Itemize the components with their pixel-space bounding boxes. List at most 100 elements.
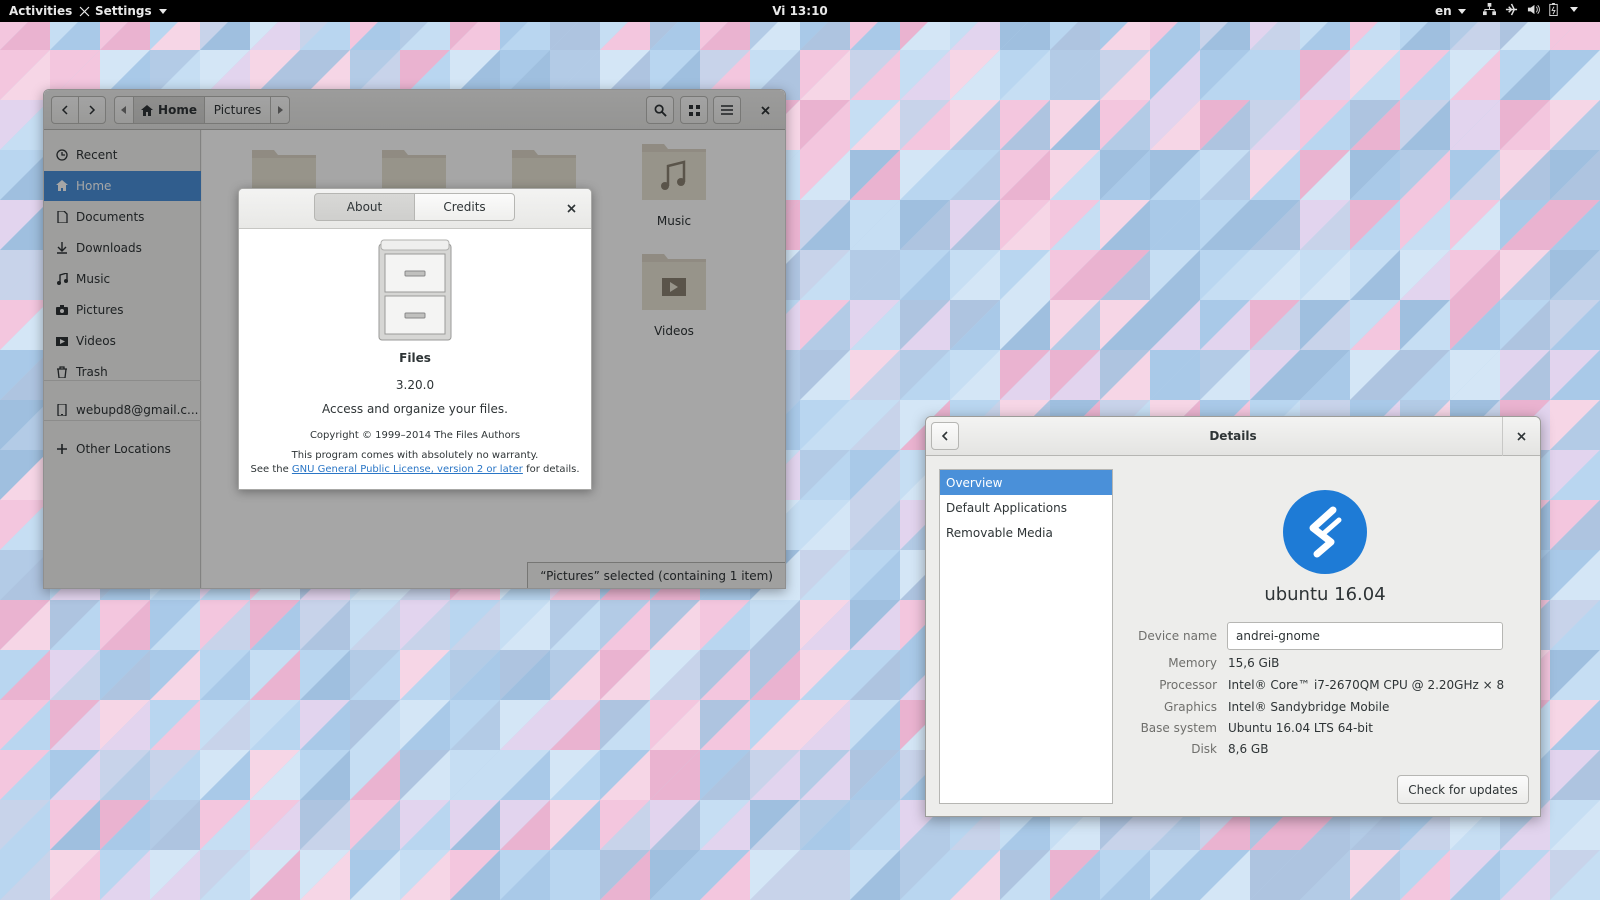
sidebar-separator [44,420,201,421]
device-name-label: Device name [1138,629,1217,643]
about-close-button[interactable] [561,198,581,218]
tab-about-label: About [346,200,383,214]
video-folder-icon [642,254,706,310]
tab-credits[interactable]: Credits [414,193,515,221]
license-link[interactable]: GNU General Public License, version 2 or… [292,464,523,475]
details-window: Details Overview Default Applications Re… [925,416,1541,817]
clock-icon [56,149,68,161]
places-sidebar: Recent Home Documents Downloads Music Picture… [44,130,201,588]
language-label: en [1435,4,1452,18]
folder-item-music[interactable]: Music [629,142,719,228]
home-icon [56,180,68,192]
grid-icon [688,104,700,116]
chevron-down-icon [158,8,167,14]
sidebar-item-label: Documents [76,210,145,224]
search-button[interactable] [646,96,674,124]
path-scroll-right-button[interactable] [270,96,290,124]
info-value: Intel® Core™ i7-2670QM CPU @ 2.20GHz × 8 [1228,678,1505,692]
breadcrumb-pictures[interactable]: Pictures [204,96,271,124]
os-name: ubuntu 16.04 [1264,584,1386,605]
sidebar-item-videos[interactable]: Videos [44,326,201,356]
sidebar-item-label: Music [76,272,111,286]
trash-icon [56,366,68,378]
breadcrumb-pictures-label: Pictures [213,103,262,117]
nav-item-overview[interactable]: Overview [940,470,1112,495]
folder-item-videos[interactable]: Videos [629,252,719,338]
sidebar-item-label: Pictures [76,303,124,317]
arrow-right-icon [278,106,283,114]
close-button[interactable] [751,96,779,124]
file-cabinet-icon [378,239,452,341]
language-menu[interactable]: en [1435,3,1466,19]
warranty-text: This program comes with absolutely no wa… [291,450,539,461]
device-name-input[interactable]: andrei-gnome [1227,622,1503,650]
info-label: Disk [1191,742,1217,756]
license-prefix: See the [250,464,292,475]
app-menu[interactable]: Settings [78,3,167,19]
details-title: Details [1209,429,1257,443]
tab-about[interactable]: About [314,193,415,221]
nav-item-label: Overview [946,475,1003,490]
close-icon [1517,432,1526,441]
sidebar-item-label: webupd8@gmail.c... [76,403,199,417]
camera-icon [56,304,68,316]
app-name: Files [399,351,431,365]
system-tray[interactable] [1483,3,1578,16]
details-close-button[interactable] [1502,417,1540,456]
activities-button[interactable]: Activities [9,3,72,19]
info-label: Memory [1168,656,1217,670]
menu-button[interactable] [713,96,741,124]
folder-label: Videos [654,324,694,338]
license-suffix: for details. [522,464,580,475]
sidebar-item-downloads[interactable]: Downloads [44,233,201,263]
files-headerbar: Home Pictures [44,90,785,130]
sidebar-item-home[interactable]: Home [44,171,201,201]
download-icon [56,242,68,254]
hamburger-menu-icon [721,105,733,115]
home-icon [141,104,154,116]
status-text: “Pictures” selected (containing 1 item) [540,568,773,583]
info-value: 8,6 GB [1228,742,1269,756]
app-description: Access and organize your files. [322,402,508,416]
ubuntu-logo [1283,490,1367,574]
top-bar: Activities Settings Vi 13:10 en [0,0,1600,22]
status-bar: “Pictures” selected (containing 1 item) [527,562,785,588]
check-for-updates-button[interactable]: Check for updates [1397,775,1529,804]
info-label: Graphics [1164,700,1217,714]
details-headerbar: Details [926,417,1540,456]
sidebar-item-trash[interactable]: Trash [44,357,201,387]
arrow-left-icon [121,106,126,114]
chevron-left-icon [61,105,68,115]
nav-item-removable-media[interactable]: Removable Media [940,520,1112,545]
plus-icon [56,443,68,455]
about-headerbar: About Credits [239,189,591,229]
sidebar-item-other-locations[interactable]: Other Locations [44,434,201,464]
sidebar-item-label: Home [76,179,112,193]
back-button[interactable] [51,96,79,124]
music-icon [56,273,68,285]
app-version: 3.20.0 [395,378,435,392]
info-label: Processor [1159,678,1217,692]
sidebar-item-pictures[interactable]: Pictures [44,295,201,325]
close-icon [760,105,770,115]
sidebar-item-label: Videos [76,334,116,348]
breadcrumb-home[interactable]: Home [133,96,205,124]
about-dialog: About Credits Files 3.20.0 Access and or… [238,188,592,490]
volume-icon [1527,4,1540,15]
clock[interactable]: Vi 13:10 [772,4,828,18]
path-scroll-left-button[interactable] [114,96,134,124]
sidebar-item-music[interactable]: Music [44,264,201,294]
nav-item-default-applications[interactable]: Default Applications [940,495,1112,520]
folder-label: Music [656,214,692,228]
sidebar-item-label: Downloads [76,241,142,255]
forward-button[interactable] [78,96,106,124]
sidebar-item-recent[interactable]: Recent [44,140,201,170]
app-menu-label: Settings [95,4,152,18]
grid-view-button[interactable] [680,96,708,124]
sidebar-item-documents[interactable]: Documents [44,202,201,232]
video-icon [56,335,68,347]
search-icon [654,104,667,117]
gear-icon [79,6,90,16]
document-icon [56,211,68,223]
airplane-mode-icon [1505,3,1518,16]
